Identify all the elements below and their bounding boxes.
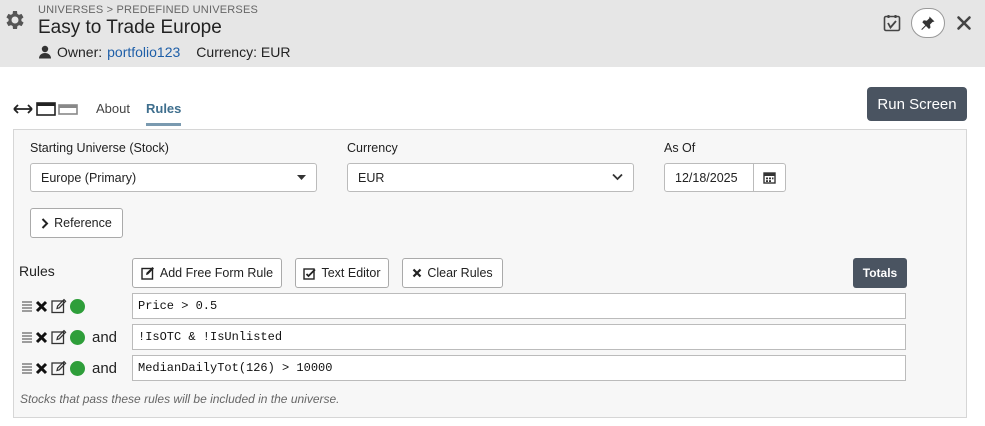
drag-handle-icon[interactable] (22, 362, 32, 374)
close-icon (413, 268, 422, 278)
expand-width-icon[interactable] (12, 102, 34, 116)
compact-panel-icon[interactable] (58, 102, 78, 116)
starting-universe-value: Europe (Primary) (41, 170, 137, 185)
pin-icon (921, 16, 935, 30)
reference-button[interactable]: Reference (30, 208, 123, 238)
drag-handle-icon[interactable] (22, 300, 32, 312)
rule-row: and (22, 355, 132, 381)
add-free-form-rule-button[interactable]: Add Free Form Rule (132, 258, 282, 288)
owner-link[interactable]: portfolio123 (107, 44, 180, 60)
tab-about[interactable]: About (96, 97, 130, 120)
full-panel-icon[interactable] (36, 101, 56, 116)
currency-value: EUR (358, 170, 385, 185)
save-button[interactable] (877, 8, 907, 38)
universe-meta: Owner: portfolio123 Currency: EUR (38, 44, 290, 60)
rules-label: Rules (19, 263, 55, 279)
delete-icon[interactable] (35, 362, 48, 375)
chevron-right-icon (41, 217, 49, 229)
reference-button-label: Reference (54, 216, 112, 230)
owner-label: Owner: (57, 44, 103, 60)
text-editor-button[interactable]: Text Editor (295, 258, 389, 288)
run-screen-button[interactable]: Run Screen (867, 87, 967, 121)
clear-rules-label: Clear Rules (427, 266, 493, 280)
caret-down-icon (297, 175, 306, 180)
rule-expression-input[interactable]: MedianDailyTot(126) > 10000 (132, 355, 906, 381)
rule-expression-input[interactable]: !IsOTC & !IsUnlisted (132, 324, 906, 350)
page-title: Easy to Trade Europe (38, 17, 222, 38)
currency-select[interactable]: EUR (347, 163, 634, 192)
add-free-form-label: Add Free Form Rule (159, 266, 274, 280)
as-of-label: As Of (664, 141, 696, 155)
user-icon (39, 45, 51, 59)
status-ok-icon (70, 298, 85, 314)
starting-universe-label: Starting Universe (Stock) (30, 141, 169, 155)
drag-handle-icon[interactable] (22, 331, 32, 343)
edit-check-icon (303, 267, 317, 280)
header-actions (877, 8, 979, 38)
rule-row: and (22, 324, 132, 350)
delete-icon[interactable] (35, 331, 48, 344)
totals-button[interactable]: Totals (853, 258, 907, 288)
page-header: UNIVERSES > PREDEFINED UNIVERSES Easy to… (0, 0, 985, 67)
view-toolbar: About Rules (12, 97, 182, 126)
tab-rules[interactable]: Rules (145, 97, 182, 126)
rule-connector: and (92, 359, 118, 377)
close-icon (957, 16, 971, 30)
currency-text: Currency: EUR (196, 44, 291, 60)
gear-icon[interactable] (2, 8, 26, 32)
rules-footnote: Stocks that pass these rules will be inc… (20, 392, 340, 406)
save-icon (883, 15, 901, 32)
status-ok-icon (70, 329, 85, 345)
breadcrumb[interactable]: UNIVERSES > PREDEFINED UNIVERSES (38, 4, 258, 16)
as-of-date-input[interactable]: 12/18/2025 (664, 163, 754, 192)
edit-icon[interactable] (51, 360, 67, 376)
rule-row (22, 293, 132, 319)
text-editor-label: Text Editor (321, 266, 381, 280)
calendar-icon (763, 172, 776, 184)
pin-button[interactable] (911, 8, 945, 38)
delete-icon[interactable] (35, 300, 48, 313)
close-button[interactable] (949, 8, 979, 38)
status-ok-icon (70, 360, 85, 376)
starting-universe-select[interactable]: Europe (Primary) (30, 163, 317, 192)
edit-icon (141, 267, 154, 280)
clear-rules-button[interactable]: Clear Rules (402, 258, 503, 288)
rules-panel: Starting Universe (Stock) Europe (Primar… (13, 129, 967, 418)
edit-icon[interactable] (51, 298, 67, 314)
rule-connector: and (92, 328, 118, 346)
currency-label: Currency (347, 141, 398, 155)
edit-icon[interactable] (51, 329, 67, 345)
rule-expression-input[interactable]: Price > 0.5 (132, 293, 906, 319)
calendar-button[interactable] (753, 163, 786, 192)
chevron-down-icon (612, 173, 623, 181)
